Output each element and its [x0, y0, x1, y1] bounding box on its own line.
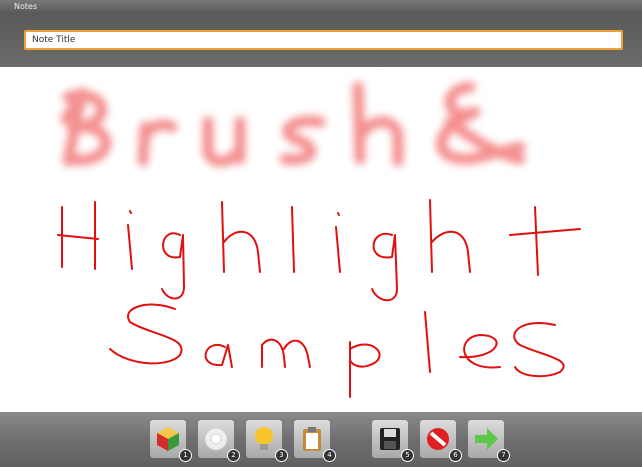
title-bar: Notes: [0, 0, 642, 67]
no-entry-icon: [427, 428, 449, 450]
cancel-button[interactable]: 6: [420, 420, 462, 462]
notes-app: Notes Note Title 1 2 3 4 5 6 7: [0, 0, 642, 467]
highlight-text-strokes: [57, 199, 581, 302]
shortcut-badge: 3: [275, 449, 288, 462]
shortcut-badge: 2: [227, 449, 240, 462]
shortcut-badge: 7: [497, 449, 510, 462]
app-title: Notes: [14, 2, 38, 11]
shortcut-badge: 4: [323, 449, 336, 462]
brush-icon: [204, 427, 228, 451]
shortcut-badge: 1: [179, 449, 192, 462]
bottom-toolbar: 1 2 3 4 5 6 7: [0, 412, 642, 467]
floppy-disk-icon: [380, 428, 400, 450]
brush-text-strokes: [60, 81, 526, 167]
arrow-right-icon: [475, 428, 498, 450]
color-cube-icon: [157, 427, 179, 451]
clipboard-button[interactable]: 4: [294, 420, 336, 462]
save-button[interactable]: 5: [372, 420, 414, 462]
clipboard-icon: [303, 427, 321, 451]
shortcut-badge: 6: [449, 449, 462, 462]
lightbulb-icon: [255, 427, 273, 450]
shortcut-badge: 5: [401, 449, 414, 462]
stroke-picker-button[interactable]: 2: [198, 420, 240, 462]
handwriting-drawing: [57, 81, 581, 398]
samples-text-strokes: [109, 303, 565, 398]
drawing-canvas[interactable]: [0, 67, 642, 412]
highlighter-button[interactable]: 3: [246, 420, 288, 462]
color-picker-button[interactable]: 1: [150, 420, 192, 462]
note-title-input[interactable]: [24, 30, 623, 50]
next-button[interactable]: 7: [468, 420, 510, 462]
